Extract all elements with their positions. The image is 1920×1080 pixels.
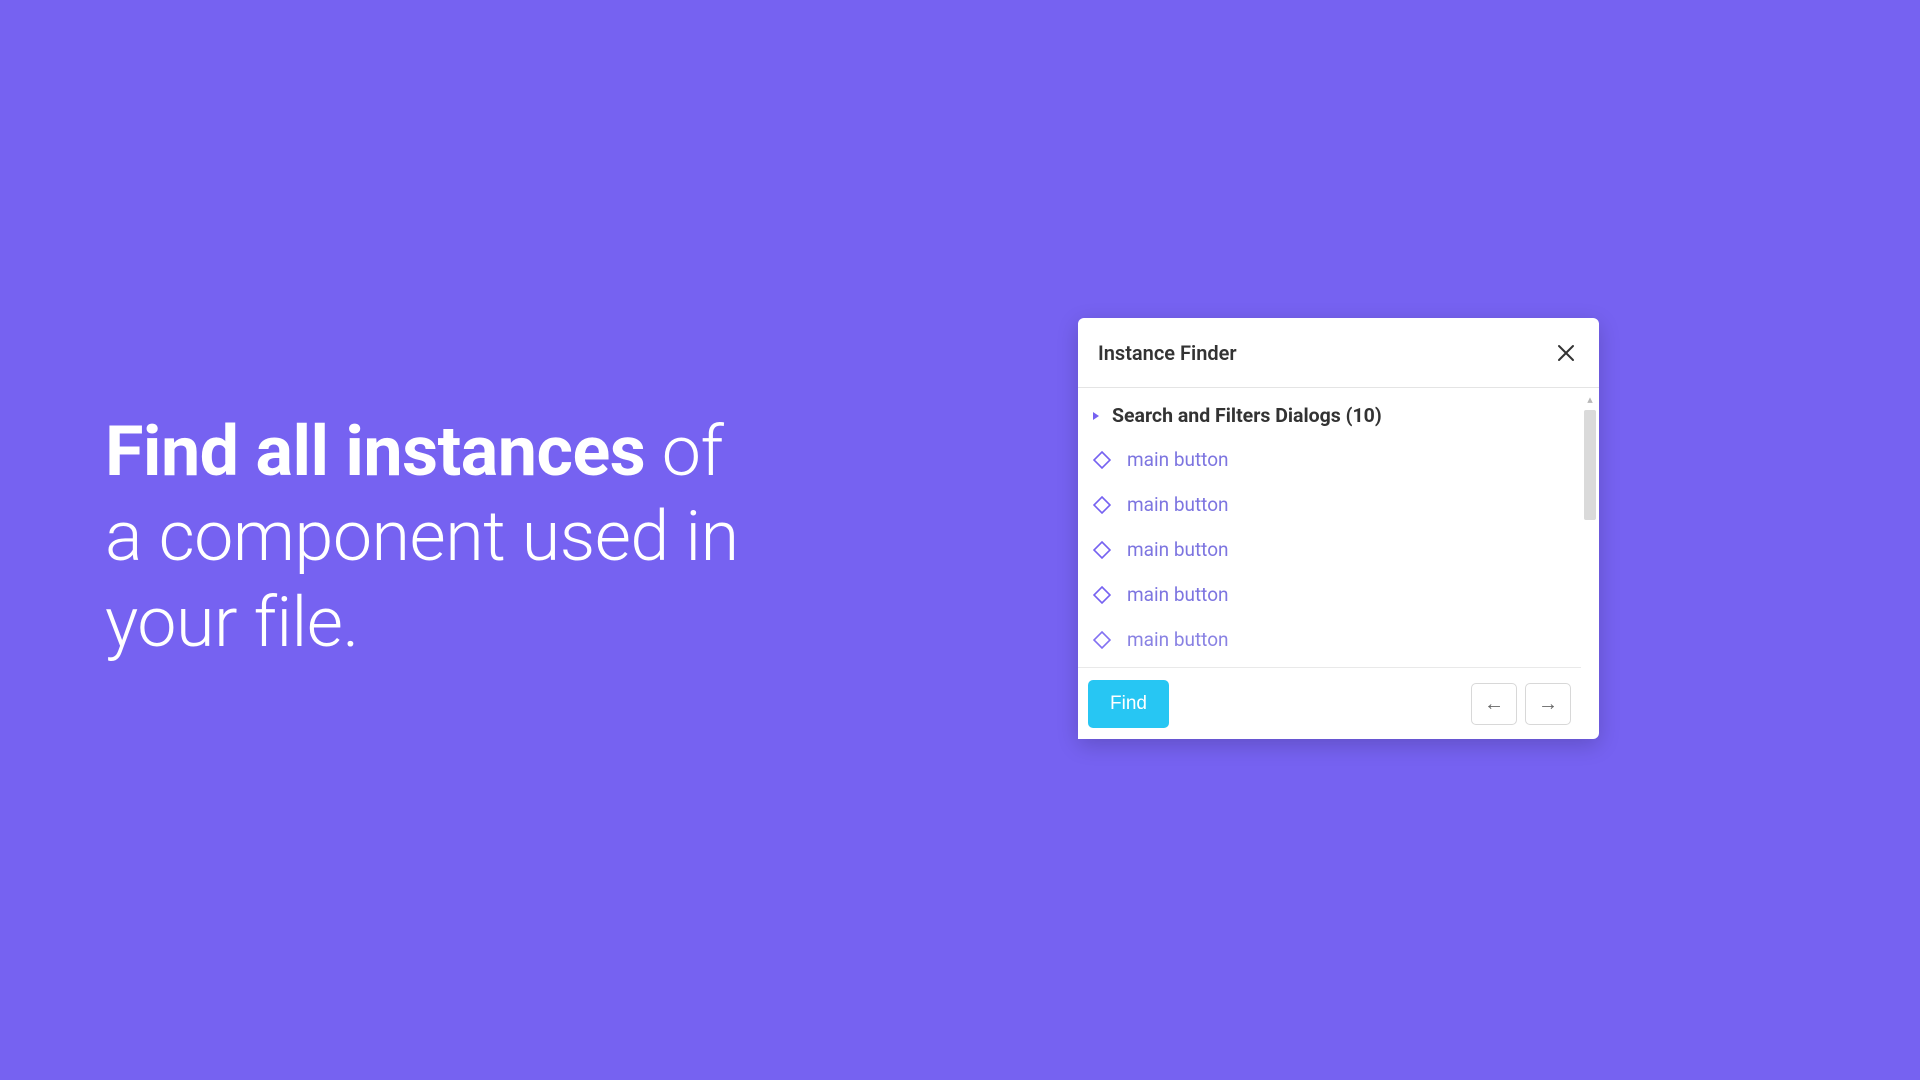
close-icon	[1556, 343, 1576, 363]
hero-line2: a component used in	[105, 496, 739, 578]
scrollbar[interactable]: ▴ ▾	[1583, 392, 1597, 739]
hero-bold: Find all instances	[105, 411, 645, 493]
instance-label: main button	[1127, 628, 1229, 651]
panel-body: Search and Filters Dialogs (10) main but…	[1078, 388, 1599, 739]
prev-button[interactable]: ←	[1471, 683, 1517, 725]
instance-row[interactable]: main button	[1078, 527, 1581, 572]
hero-heading: Find all instances of a component used i…	[105, 410, 739, 666]
instance-label: main button	[1127, 583, 1229, 606]
instance-label: main button	[1127, 538, 1229, 561]
nav-buttons: ← →	[1471, 683, 1571, 725]
instance-label: main button	[1127, 493, 1229, 516]
hero-rest1: of	[645, 411, 723, 493]
component-instance-icon	[1093, 586, 1111, 604]
close-button[interactable]	[1553, 340, 1579, 366]
find-button[interactable]: Find	[1088, 680, 1169, 728]
caret-right-icon	[1092, 411, 1100, 421]
component-instance-icon	[1093, 496, 1111, 514]
arrow-right-icon: →	[1538, 691, 1558, 716]
component-instance-icon	[1093, 541, 1111, 559]
instance-row[interactable]: main button	[1078, 482, 1581, 527]
scrollbar-up-icon[interactable]: ▴	[1583, 392, 1597, 406]
instance-finder-panel: Instance Finder Search and Filters Dialo…	[1078, 318, 1599, 739]
component-instance-icon	[1093, 451, 1111, 469]
instance-label: main button	[1127, 448, 1229, 471]
hero-line3: your file.	[105, 582, 359, 664]
result-group-row[interactable]: Search and Filters Dialogs (10)	[1078, 396, 1581, 437]
component-instance-icon	[1093, 631, 1111, 649]
instance-row[interactable]: main button	[1078, 572, 1581, 617]
instance-row[interactable]: main button	[1078, 617, 1581, 662]
next-button[interactable]: →	[1525, 683, 1571, 725]
panel-footer: Find ← →	[1078, 667, 1581, 739]
scrollbar-thumb[interactable]	[1584, 410, 1596, 520]
panel-title: Instance Finder	[1098, 341, 1237, 365]
arrow-left-icon: ←	[1484, 691, 1504, 716]
instance-row[interactable]: main button	[1078, 437, 1581, 482]
group-label: Search and Filters Dialogs (10)	[1112, 404, 1382, 427]
panel-header: Instance Finder	[1078, 318, 1599, 388]
